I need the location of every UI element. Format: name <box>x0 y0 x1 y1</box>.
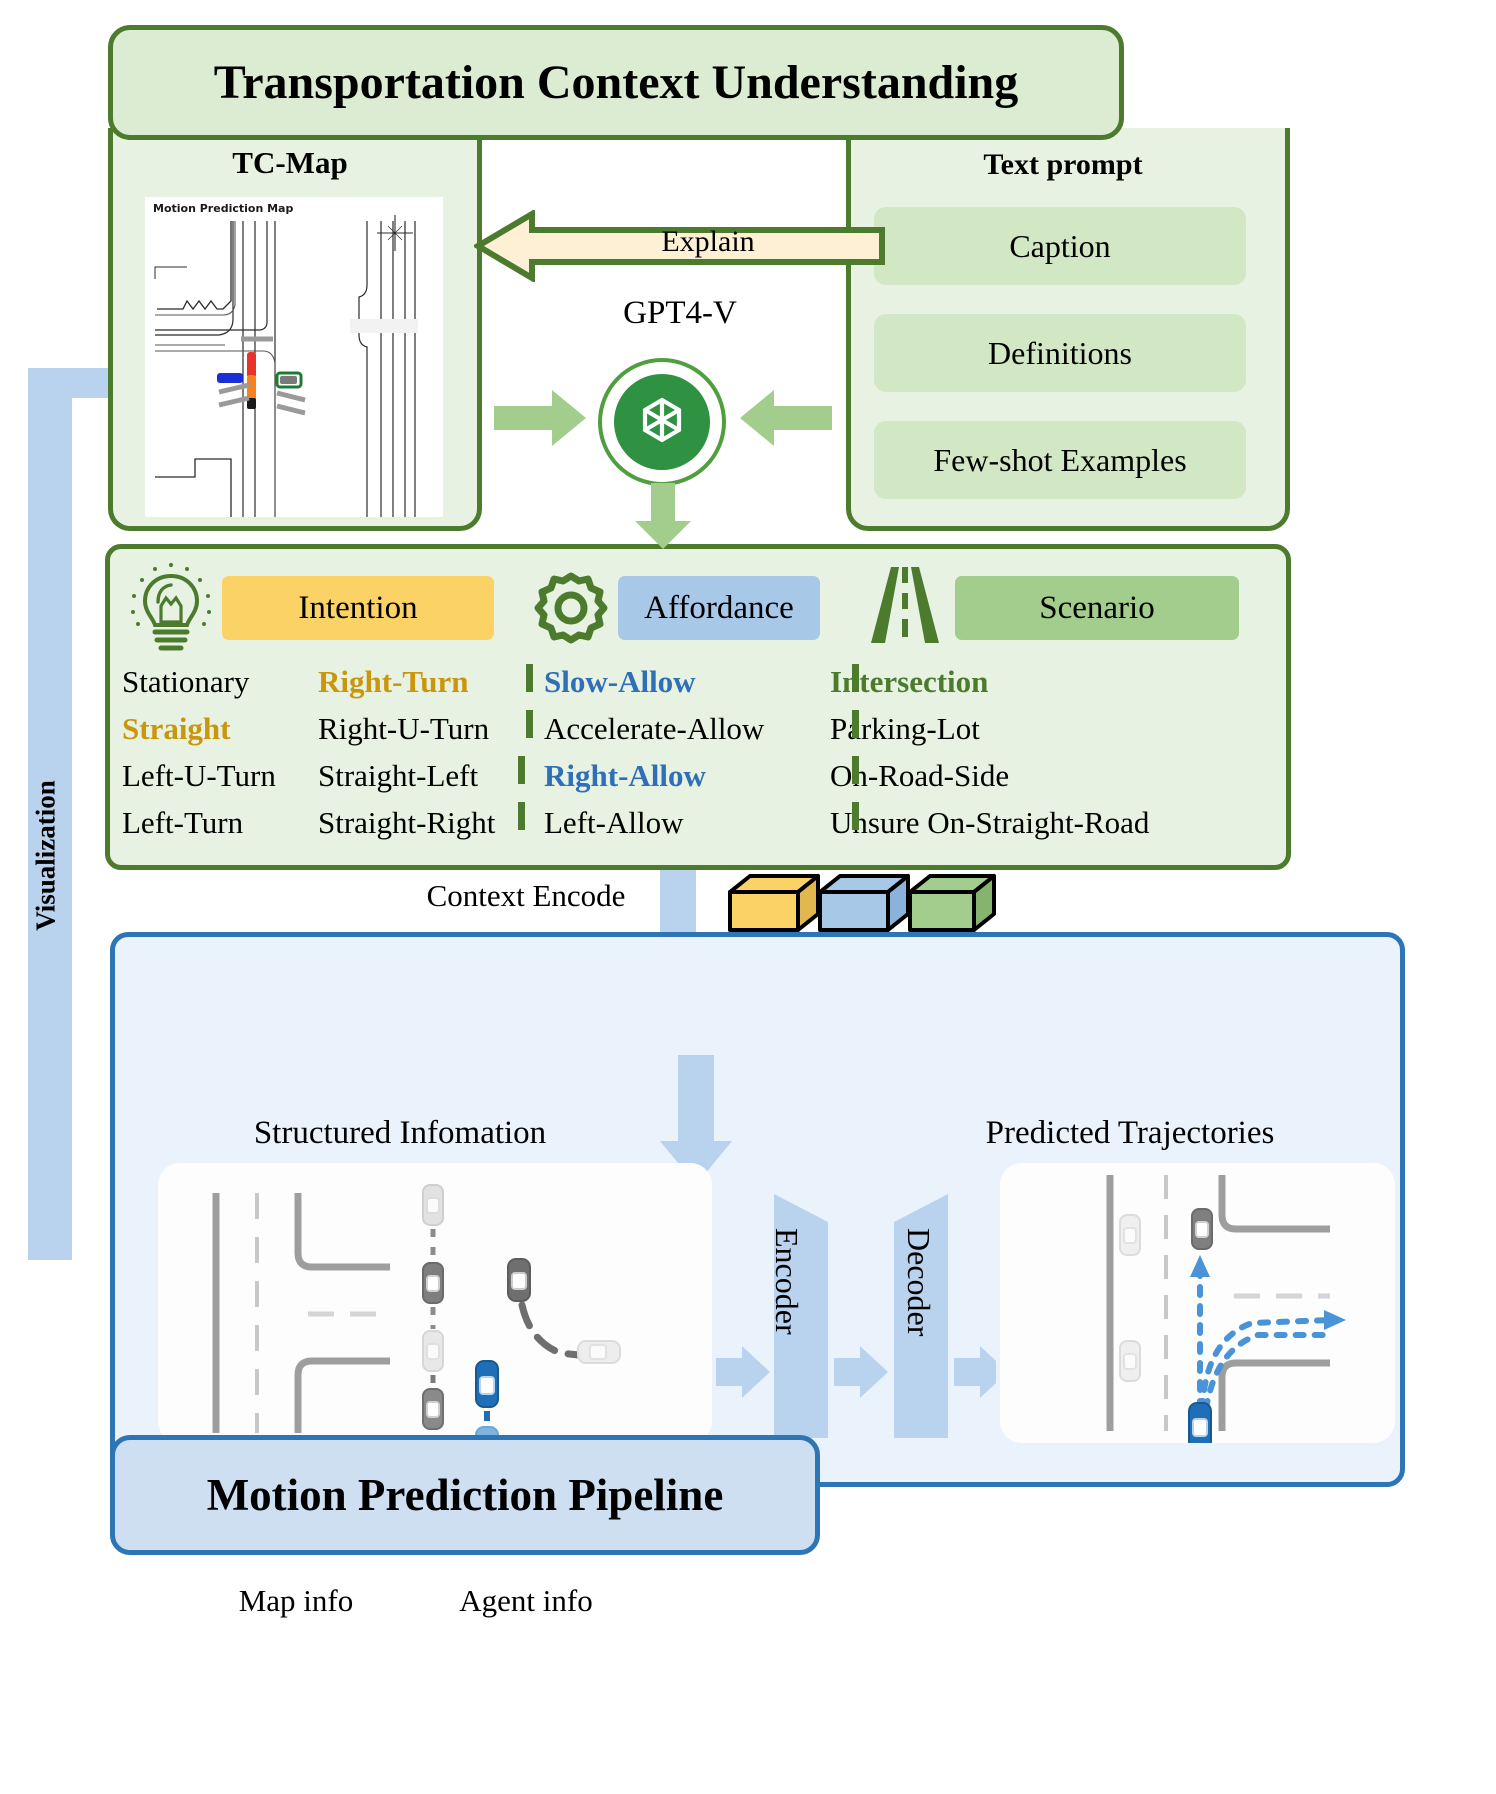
structured-information-card <box>158 1163 712 1443</box>
column-separator <box>526 664 533 692</box>
column-separator <box>852 664 859 692</box>
column-separator <box>518 756 525 784</box>
openai-logo-icon <box>598 358 726 486</box>
badge-intention: Intention <box>222 576 494 640</box>
category-row: Stationary Right-Turn Slow-Allow Interse… <box>122 658 1267 705</box>
predicted-trajectories-label: Predicted Trajectories <box>985 1115 1275 1151</box>
prompt-item-definitions[interactable]: Definitions <box>874 314 1246 392</box>
intention-item: Straight-Left <box>318 758 479 793</box>
tc-map-title: TC-Map <box>232 145 348 180</box>
category-row: Left-U-Turn Straight-Left Right-Allow On… <box>122 752 1267 799</box>
structured-information-label: Structured Infomation <box>253 1115 547 1151</box>
lightbulb-icon <box>128 562 214 654</box>
context-encode-label: Context Encode <box>426 878 626 913</box>
decoder-label: Decoder <box>901 1228 937 1337</box>
predicted-trajectories-card <box>1000 1163 1395 1443</box>
arrow-map-to-model-icon <box>494 388 586 448</box>
encoder-label: Encoder <box>769 1228 805 1335</box>
scenario-item: Intersection <box>830 664 989 699</box>
pipeline-title: Motion Prediction Pipeline <box>206 1470 724 1520</box>
category-word-grid: Stationary Right-Turn Slow-Allow Interse… <box>122 658 1267 848</box>
column-separator <box>526 710 533 738</box>
prompt-item-few-shot-examples[interactable]: Few-shot Examples <box>874 421 1246 499</box>
intention-item: Straight <box>122 711 231 746</box>
agent-info-label: Agent info <box>459 1583 593 1618</box>
tc-map-image-caption: Motion Prediction Map <box>153 202 294 215</box>
intention-item: Right-Turn <box>318 664 469 699</box>
intention-item: Stationary <box>122 664 250 699</box>
intention-item: Left-Turn <box>122 805 244 840</box>
visualization-arrow-stem <box>28 368 112 398</box>
badge-affordance: Affordance <box>618 576 820 640</box>
column-separator <box>852 710 859 738</box>
affordance-item: Slow-Allow <box>544 664 696 699</box>
map-info-label: Map info <box>238 1583 354 1618</box>
intention-item: Left-U-Turn <box>122 758 276 793</box>
diagram-root: Visualization TC-Map Motion Prediction M… <box>0 0 1496 1794</box>
transportation-context-banner: Transportation Context Understanding <box>108 25 1124 140</box>
arrow-prompt-to-model-icon <box>740 388 832 448</box>
page-title: Transportation Context Understanding <box>213 56 1019 109</box>
column-separator <box>518 802 525 830</box>
text-prompt-title: Text prompt <box>983 148 1143 181</box>
intention-item: Straight-Right <box>318 805 496 840</box>
affordance-item: Accelerate-Allow <box>544 711 765 746</box>
scenario-item: On-Road-Side <box>830 758 1010 793</box>
gear-icon <box>533 568 609 646</box>
motion-prediction-banner: Motion Prediction Pipeline <box>110 1435 820 1555</box>
scenario-item: Unsure On-Straight-Road <box>830 805 1150 840</box>
intention-item: Right-U-Turn <box>318 711 490 746</box>
arrow-model-to-categories-icon <box>633 483 693 549</box>
column-separator <box>852 802 859 830</box>
prompt-item-caption[interactable]: Caption <box>874 207 1246 285</box>
tc-map-image: Motion Prediction Map <box>145 197 443 517</box>
affordance-item: Right-Allow <box>544 758 706 793</box>
category-row: Straight Right-U-Turn Accelerate-Allow P… <box>122 705 1267 752</box>
explain-arrow-label: Explain <box>661 225 755 258</box>
badge-scenario: Scenario <box>955 576 1239 640</box>
pipeline-arrows <box>716 1170 996 1450</box>
affordance-item: Left-Allow <box>544 805 684 840</box>
context-encode-cubes <box>728 872 996 934</box>
visualization-label: Visualization <box>30 780 61 931</box>
scenario-item: Parking-Lot <box>830 711 980 746</box>
column-separator <box>852 756 859 784</box>
category-row: Left-Turn Straight-Right Left-Allow Unsu… <box>122 799 1267 846</box>
road-icon <box>869 565 941 645</box>
model-label: GPT4-V <box>623 295 737 331</box>
